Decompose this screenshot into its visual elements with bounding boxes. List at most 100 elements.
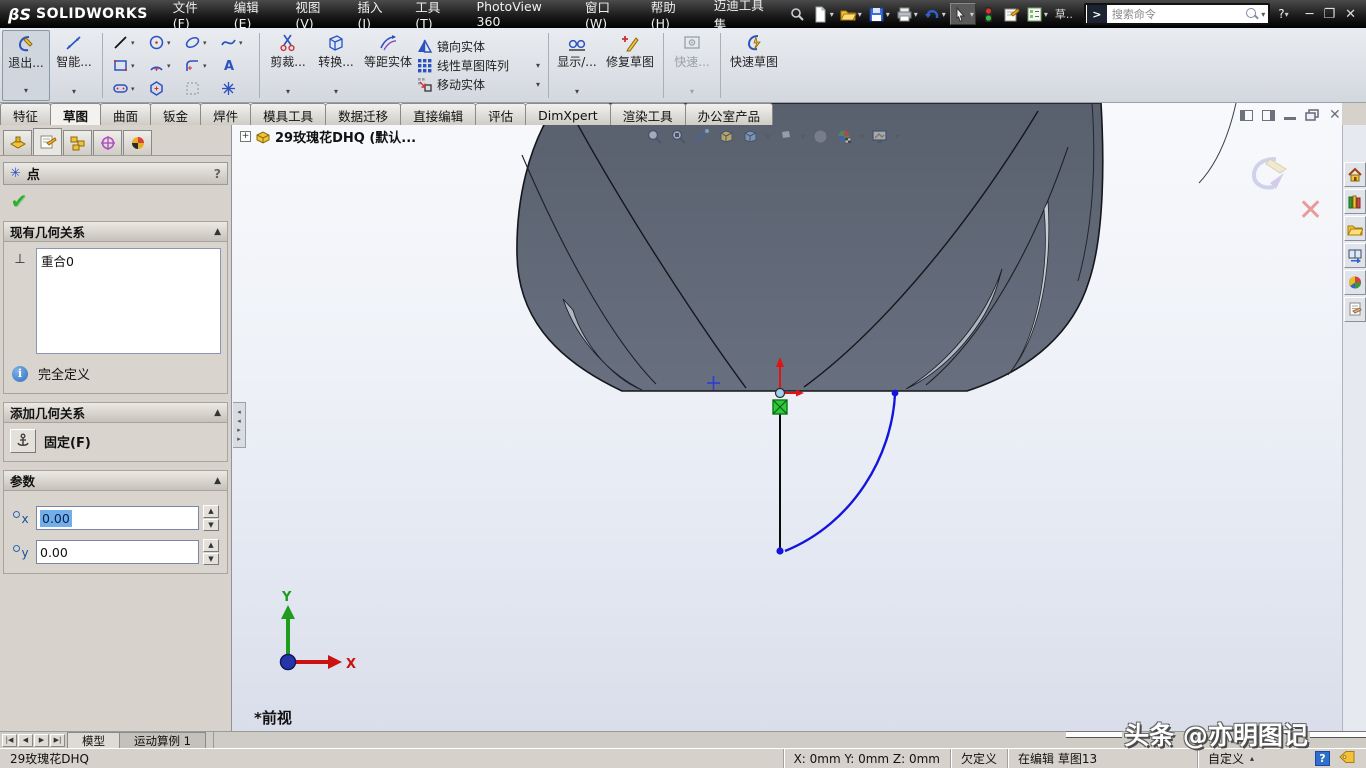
tab-dimxpert[interactable]: DimXpert: [525, 103, 611, 125]
tab-motion-study[interactable]: 运动算例 1: [119, 732, 206, 748]
smart-dimension-button[interactable]: 智能... ▾: [50, 30, 98, 101]
rose-model-body[interactable]: [517, 103, 1236, 391]
hide-show-items-icon[interactable]: [777, 128, 794, 145]
edit-appearance-icon[interactable]: [812, 128, 829, 145]
tab-configuration-manager[interactable]: [63, 130, 92, 155]
hide-show-caret-icon[interactable]: ▾: [801, 132, 805, 141]
x-coordinate-input[interactable]: 0.00: [36, 506, 199, 530]
tab-property-manager[interactable]: [33, 128, 62, 155]
last-tab-icon[interactable]: ▶|: [50, 734, 65, 747]
x-spin-up-icon[interactable]: ▲: [203, 505, 219, 518]
y-spin-down-icon[interactable]: ▼: [203, 553, 219, 566]
add-relations-header[interactable]: 添加几何关系 ▲: [4, 403, 227, 423]
x-spinner[interactable]: ▲▼: [203, 505, 219, 531]
sketch-point-bottom[interactable]: [776, 547, 783, 554]
truncated-toolbar-item[interactable]: 草..: [1055, 6, 1073, 22]
options-properties-icon[interactable]: [1001, 3, 1022, 25]
circle-tool[interactable]: ▾: [145, 31, 181, 54]
tab-evaluate[interactable]: 评估: [475, 103, 526, 125]
move-entities-button[interactable]: 移动实体 ▾: [416, 76, 544, 93]
menu-edit[interactable]: 编辑(E): [223, 0, 285, 28]
doc-minimize-button[interactable]: [1284, 117, 1296, 120]
tab-display-manager[interactable]: [123, 130, 152, 155]
arc-tool[interactable]: ▾: [145, 54, 181, 77]
menu-window[interactable]: 窗口(W): [574, 0, 640, 28]
menu-view[interactable]: 视图(V): [284, 0, 346, 28]
search-icon[interactable]: [1245, 7, 1259, 21]
y-spin-up-icon[interactable]: ▲: [203, 539, 219, 552]
zoom-fit-icon[interactable]: [646, 128, 663, 145]
search-commands-box[interactable]: > 搜索命令 ▾: [1084, 3, 1270, 25]
display-style-caret-icon[interactable]: ▾: [766, 132, 770, 141]
view-orientation-icon[interactable]: [718, 128, 735, 145]
display-delete-relations-button[interactable]: 显示/... ▾: [553, 30, 601, 101]
view-settings-icon[interactable]: [871, 128, 888, 145]
rebuild-traffic-light-icon[interactable]: [978, 3, 999, 25]
relations-listbox[interactable]: 重合0: [36, 248, 221, 354]
tab-sheet-metal[interactable]: 钣金: [150, 103, 201, 125]
tab-surfaces[interactable]: 曲面: [100, 103, 151, 125]
view-settings-caret-icon[interactable]: ▾: [895, 132, 899, 141]
sketch-arc[interactable]: [785, 394, 895, 551]
search-caret-icon[interactable]: ▾: [1261, 10, 1265, 19]
polygon-tool[interactable]: [145, 77, 181, 100]
display-style-icon[interactable]: [742, 128, 759, 145]
tab-data-migration[interactable]: 数据迁移: [325, 103, 401, 125]
x-spin-down-icon[interactable]: ▼: [203, 519, 219, 532]
select-cursor-button[interactable]: ▾: [950, 3, 976, 25]
ellipse-tool[interactable]: ▾: [181, 31, 217, 54]
view-palette-button[interactable]: [1344, 243, 1366, 268]
prev-tab-icon[interactable]: ◀: [18, 734, 33, 747]
tab-dimxpert-manager[interactable]: [93, 130, 122, 155]
parameters-header[interactable]: 参数 ▲: [4, 471, 227, 491]
units-caret-icon[interactable]: ▴: [1250, 754, 1254, 763]
display-settings-icon[interactable]: ▾: [1024, 3, 1050, 25]
fix-relation-button[interactable]: [10, 429, 36, 453]
tab-mold-tools[interactable]: 模具工具: [250, 103, 326, 125]
menu-tools[interactable]: 工具(T): [404, 0, 465, 28]
line-tool[interactable]: ▾: [109, 31, 145, 54]
selected-point-handle[interactable]: [773, 400, 787, 414]
trim-entities-button[interactable]: 剪裁... ▾: [264, 30, 312, 101]
collapse-chevron-icon[interactable]: ▲: [214, 227, 221, 237]
doc-close-button[interactable]: ✕: [1329, 107, 1341, 123]
tab-direct-editing[interactable]: 直接编辑: [400, 103, 476, 125]
menu-photoview[interactable]: PhotoView 360: [466, 0, 574, 28]
design-library-button[interactable]: [1344, 189, 1366, 214]
linear-sketch-pattern-button[interactable]: 线性草图阵列 ▾: [416, 57, 544, 74]
show-right-pane-icon[interactable]: [1262, 110, 1275, 121]
new-file-button[interactable]: ▾: [810, 3, 836, 25]
ok-button[interactable]: ✔: [6, 189, 32, 213]
menu-help[interactable]: 帮助(H): [640, 0, 703, 28]
cancel-sketch-icon[interactable]: ✕: [1298, 193, 1323, 228]
graphics-viewport[interactable]: Y X + 29玫瑰花DHQ (默认... ▾ ▾ ▾ ▾: [232, 103, 1342, 731]
restore-button[interactable]: ❐: [1323, 7, 1335, 22]
menu-insert[interactable]: 插入(I): [347, 0, 405, 28]
y-spinner[interactable]: ▲▼: [203, 539, 219, 565]
status-tag-icon[interactable]: [1338, 750, 1356, 767]
spline-tool[interactable]: ▾: [217, 31, 253, 54]
tab-render-tools[interactable]: 渲染工具: [610, 103, 686, 125]
tab-office-products[interactable]: 办公室产品: [685, 103, 774, 125]
fillet-tool[interactable]: ▾: [181, 54, 217, 77]
sketch-point-top[interactable]: [892, 390, 899, 397]
relation-item[interactable]: 重合0: [41, 251, 216, 270]
mirror-entities-button[interactable]: 镜向实体: [416, 38, 544, 55]
menu-maidi-tools[interactable]: 迈迪工具集: [703, 0, 783, 28]
solidworks-resources-button[interactable]: [1344, 162, 1366, 187]
y-coordinate-input[interactable]: 0.00: [36, 540, 199, 564]
rectangle-tool[interactable]: ▾: [109, 54, 145, 77]
section-view-icon[interactable]: [694, 128, 711, 145]
repair-sketch-button[interactable]: 修复草图: [601, 30, 659, 101]
minimize-button[interactable]: ─: [1306, 7, 1314, 22]
apply-scene-caret-icon[interactable]: ▾: [860, 132, 864, 141]
show-left-pane-icon[interactable]: [1240, 110, 1253, 121]
tab-model[interactable]: 模型: [67, 732, 120, 748]
search-input[interactable]: 搜索命令: [1107, 6, 1245, 22]
zoom-area-icon[interactable]: [670, 128, 687, 145]
offset-entities-button[interactable]: 等距实体: [360, 30, 416, 101]
open-file-button[interactable]: ▾: [838, 3, 864, 25]
quick-snaps-button[interactable]: 快速草图: [725, 30, 783, 101]
point-tool[interactable]: [217, 77, 253, 100]
collapse-chevron-icon[interactable]: ▲: [214, 476, 221, 486]
